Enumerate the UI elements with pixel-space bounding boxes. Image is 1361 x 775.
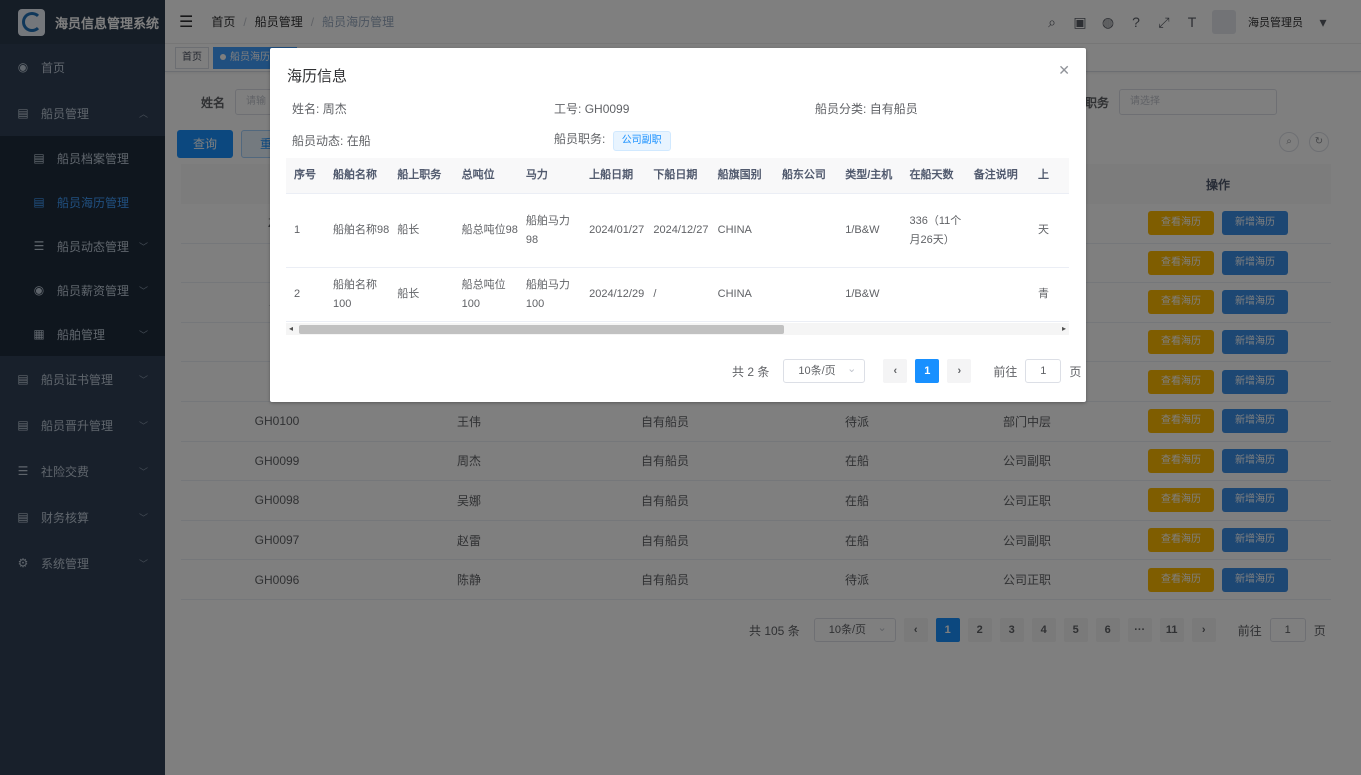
table-cell: 船长 (397, 288, 420, 300)
info-label: 船员动态: (292, 134, 344, 148)
table-cell: 2024/12/27 (653, 224, 709, 236)
table-cell: 船总吨位98 (461, 224, 518, 236)
info-category: 船员分类: 自有船员 (815, 100, 918, 117)
column-header: 船上职务 (397, 169, 442, 181)
column-header: 船旗国别 (717, 169, 762, 181)
column-header: 总吨位 (461, 169, 495, 181)
info-dynamic: 船员动态: 在船 (292, 132, 371, 149)
column-header: 上船日期 (589, 169, 634, 181)
table-row: 1 船舶名称98 船长 船总吨位98 船舶马力98 2024/01/27 2024/12/2… (286, 194, 1069, 268)
info-label: 船员职务: (554, 132, 606, 146)
dialog-title: 海历信息 (287, 68, 348, 85)
column-header: 下船日期 (653, 169, 698, 181)
goto-input[interactable]: 1 (1025, 359, 1062, 383)
column-header: 马力 (525, 169, 548, 181)
column-header: 船舶名称 (333, 169, 378, 181)
table-cell: CHINA (717, 224, 752, 236)
column-header: 上 (1038, 169, 1050, 181)
goto-label: 前往 (993, 364, 1018, 379)
column-header: 类型/主机 (845, 169, 893, 181)
table-cell: 船舶马力100 (525, 278, 570, 310)
table-cell: 2 (294, 288, 301, 300)
info-label: 工号: (554, 102, 582, 116)
info-number: 工号: GH0099 (554, 100, 629, 117)
table-cell: CHINA (717, 288, 752, 300)
scroll-left-icon[interactable]: ◂ (289, 323, 293, 335)
pagination-total: 共 2 条 (732, 364, 770, 379)
table-cell: 天 (1038, 224, 1050, 236)
table-cell: 1 (294, 224, 301, 236)
table-cell: 青 (1038, 288, 1050, 300)
table-cell: 船舶马力98 (525, 214, 570, 246)
table-cell: 船总吨位100 (461, 278, 506, 310)
table-cell: 2024/12/29 (589, 288, 645, 300)
close-icon[interactable]: ✕ (1058, 62, 1070, 79)
info-value: 自有船员 (869, 102, 918, 116)
table-cell: 船长 (397, 224, 420, 236)
column-header: 备注说明 (973, 169, 1018, 181)
table-cell: / (653, 288, 657, 300)
info-duty: 船员职务: 公司副职 (554, 130, 671, 151)
table-cell: 1/B&W (845, 288, 880, 300)
scroll-right-icon[interactable]: ▸ (1062, 323, 1066, 335)
column-header: 在船天数 (909, 169, 954, 181)
table-cell: 1/B&W (845, 224, 880, 236)
info-value: 周杰 (322, 102, 347, 116)
page-button[interactable]: 1 (915, 359, 940, 383)
horizontal-scrollbar[interactable]: ◂ ▸ (286, 323, 1069, 335)
info-label: 船员分类: (815, 102, 867, 116)
info-name: 姓名: 周杰 (292, 100, 347, 117)
duty-tag: 公司副职 (612, 131, 671, 151)
prev-page-button[interactable]: ‹ (883, 359, 908, 383)
info-value: 在船 (346, 134, 371, 148)
table-cell: 船舶名称100 (333, 278, 378, 310)
scroll-thumb[interactable] (299, 325, 784, 334)
sea-history-table: 序号 船舶名称 船上职务 总吨位 马力 上船日期 下船日期 船旗国别 船东公司 类型/主机 在船天数… (286, 158, 1069, 323)
goto-unit: 页 (1069, 364, 1082, 379)
table-row: 2 船舶名称100 船长 船总吨位100 船舶马力100 2024/12/29 / CHINA… (286, 268, 1069, 322)
table-header: 序号 船舶名称 船上职务 总吨位 马力 上船日期 下船日期 船旗国别 船东公司 类型/主机 在船天数… (286, 158, 1069, 194)
sea-history-dialog: 海历信息 ✕ 姓名: 周杰 工号: GH0099 船员分类: 自有船员 船员动态… (270, 48, 1086, 402)
dialog-pagination: 共 2 条 10条/页 ‹ 1 › 前往 1 页 (732, 358, 1082, 383)
table-cell: 船舶名称98 (333, 224, 390, 236)
info-label: 姓名: (292, 102, 320, 116)
table-cell: 2024/01/27 (589, 224, 645, 236)
info-value: GH0099 (584, 102, 630, 116)
page-size-select[interactable]: 10条/页 (783, 358, 866, 383)
column-header: 船东公司 (781, 169, 826, 181)
next-page-button[interactable]: › (947, 359, 972, 383)
column-header: 序号 (294, 169, 316, 181)
app-root: 海员信息管理系统 ◉ 首页 ▤ 船员管理 ︿ ▤ 船员档案管理 ▤ 船员海历管理… (0, 0, 1361, 775)
table-cell: 336（11个月26天） (909, 214, 962, 246)
